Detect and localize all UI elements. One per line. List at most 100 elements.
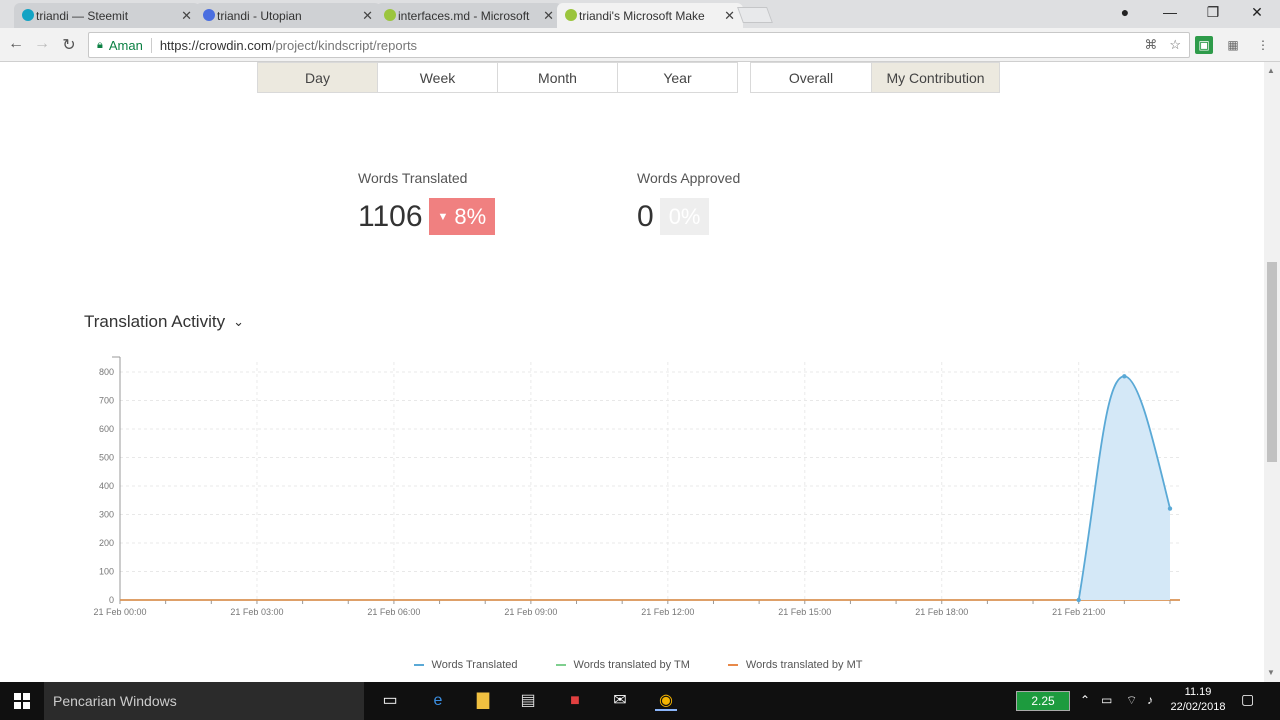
tab-strip: triandi — Steemit ✕ triandi - Utopian ✕ …	[0, 0, 1280, 28]
extension-grid-icon[interactable]: ▦	[1224, 36, 1242, 54]
data-point	[1167, 506, 1173, 511]
period-day-button[interactable]: Day	[257, 62, 378, 93]
stat-value: 1106	[358, 199, 423, 233]
scope-my-contribution-button[interactable]: My Contribution	[871, 62, 1000, 93]
scope-selector: Overall My Contribution	[750, 62, 1000, 93]
x-tick-label: 21 Feb 06:00	[367, 607, 420, 617]
windows-search-box[interactable]: Pencarian Windows	[44, 682, 364, 720]
utopian-favicon-icon	[203, 9, 215, 21]
extension-icon[interactable]: ▣	[1195, 36, 1213, 54]
y-tick-label: 400	[99, 481, 114, 491]
tab-title: triandi — Steemit	[36, 8, 129, 23]
file-explorer-icon[interactable]: ▇	[472, 691, 494, 711]
close-tab-icon[interactable]: ✕	[181, 8, 192, 24]
gift-app-icon[interactable]: ■	[564, 691, 586, 711]
secure-label: Aman	[109, 37, 152, 53]
series-area-words-translated	[1078, 376, 1170, 600]
legend-label: Words translated by TM	[573, 659, 690, 671]
edge-browser-icon[interactable]: e	[427, 691, 449, 711]
browser-toolbar: ← → ↻ 🔒︎ Aman https://crowdin.com/projec…	[0, 28, 1280, 62]
new-tab-button[interactable]	[737, 7, 773, 23]
change-value: 8%	[454, 203, 487, 229]
y-tick-label: 700	[99, 396, 114, 406]
x-tick-label: 21 Feb 12:00	[641, 607, 694, 617]
notifications-icon[interactable]: ▢	[1241, 691, 1254, 708]
stat-value: 0	[637, 199, 654, 233]
tab-title: triandi's Microsoft Make	[579, 8, 705, 23]
change-badge: ▼ 8%	[428, 198, 496, 235]
wifi-icon[interactable]: ⌔	[1126, 693, 1137, 708]
y-tick-label: 300	[99, 510, 114, 520]
words-translated-stat: Words Translated 1106 ▼ 8%	[358, 170, 496, 235]
url-path: /project/kindscript/reports	[271, 37, 418, 53]
chart-legend: Words Translated Words translated by TM …	[0, 659, 1264, 671]
report-page: Day Week Month Year Overall My Contribut…	[0, 62, 1264, 682]
words-approved-stat: Words Approved 0 0%	[637, 170, 740, 235]
data-point	[1076, 597, 1081, 603]
scroll-down-icon[interactable]: ▼	[1267, 668, 1275, 677]
menu-icon[interactable]: ⋮	[1254, 36, 1272, 54]
close-tab-icon[interactable]: ✕	[724, 8, 735, 24]
scroll-thumb[interactable]	[1267, 262, 1277, 462]
scope-overall-button[interactable]: Overall	[750, 62, 872, 93]
reload-icon[interactable]: ↻	[59, 35, 79, 55]
forward-icon[interactable]: →	[32, 35, 52, 53]
legend-words-mt[interactable]: Words translated by MT	[727, 659, 863, 671]
system-clock[interactable]: 11.19 22/02/2018	[1168, 685, 1228, 715]
scroll-up-icon[interactable]: ▲	[1267, 66, 1275, 75]
tab-utopian[interactable]: triandi - Utopian ✕	[195, 3, 381, 28]
volume-icon[interactable]: ♪	[1147, 693, 1153, 707]
y-tick-label: 100	[99, 567, 114, 577]
address-bar[interactable]: 🔒︎ Aman https://crowdin.com/project/kind…	[88, 32, 1190, 58]
tab-reports[interactable]: triandi's Microsoft Make ✕	[557, 3, 743, 28]
search-placeholder: Pencarian Windows	[53, 693, 177, 709]
tab-title: interfaces.md - Microsoft	[398, 8, 530, 23]
change-badge: 0%	[659, 198, 710, 235]
x-tick-label: 21 Feb 00:00	[93, 607, 146, 617]
period-selector: Day Week Month Year	[257, 62, 738, 93]
back-icon[interactable]: ←	[6, 35, 26, 53]
minimize-button[interactable]: —	[1160, 4, 1180, 20]
tray-chevron-icon[interactable]: ⌃	[1080, 693, 1090, 707]
translate-icon[interactable]: ⌘	[1144, 37, 1157, 53]
url-text[interactable]: https://crowdin.com/project/kindscript/r…	[160, 38, 417, 53]
close-tab-icon[interactable]: ✕	[362, 8, 373, 24]
y-tick-label: 200	[99, 538, 114, 548]
page-scrollbar[interactable]: ▲ ▼	[1264, 62, 1280, 682]
stat-label: Words Translated	[358, 170, 468, 186]
period-month-button[interactable]: Month	[497, 62, 618, 93]
mail-icon[interactable]: ✉	[609, 691, 631, 711]
x-tick-label: 21 Feb 09:00	[504, 607, 557, 617]
tab-title: triandi - Utopian	[217, 8, 302, 23]
y-tick-label: 0	[109, 595, 114, 605]
y-tick-label: 800	[99, 367, 114, 377]
legend-label: Words Translated	[431, 659, 518, 671]
steemit-favicon-icon	[22, 9, 34, 21]
windows-taskbar: Pencarian Windows ▭ e ▇ ▤ ■ ✉ ◉ 2.25 ⌃ ▭…	[0, 682, 1280, 720]
y-tick-label: 600	[99, 424, 114, 434]
down-arrow-icon: ▼	[437, 210, 449, 223]
translation-activity-chart: 0 100 200 300 400 500 600 700 800 21 Feb 00:00 21 …	[93, 356, 1180, 617]
legend-words-translated[interactable]: Words Translated	[413, 659, 518, 671]
bookmark-star-icon[interactable]: ☆	[1169, 37, 1181, 53]
store-icon[interactable]: ▤	[517, 691, 539, 711]
period-week-button[interactable]: Week	[377, 62, 498, 93]
translation-activity-title[interactable]: Translation Activity ⌄	[84, 312, 244, 332]
y-tick-label: 500	[99, 453, 114, 463]
close-window-button[interactable]: ✕	[1247, 4, 1267, 21]
windows-start-icon[interactable]	[14, 693, 30, 709]
task-view-icon[interactable]: ▭	[379, 691, 401, 711]
legend-words-tm[interactable]: Words translated by TM	[555, 659, 690, 671]
chrome-icon[interactable]: ◉	[655, 691, 677, 711]
close-tab-icon[interactable]: ✕	[543, 8, 554, 24]
legend-label: Words translated by MT	[745, 659, 863, 671]
battery-indicator[interactable]: 2.25	[1016, 691, 1070, 711]
tab-steemit[interactable]: triandi — Steemit ✕	[14, 3, 200, 28]
battery-icon[interactable]: ▭	[1101, 693, 1112, 707]
tab-interfaces[interactable]: interfaces.md - Microsoft ✕	[376, 3, 562, 28]
url-host: https://crowdin.com	[159, 37, 272, 53]
period-year-button[interactable]: Year	[617, 62, 738, 93]
profile-icon[interactable]: ●	[1115, 4, 1135, 20]
clock-time: 11.19	[1184, 686, 1212, 698]
restore-button[interactable]: ❐	[1203, 4, 1223, 21]
